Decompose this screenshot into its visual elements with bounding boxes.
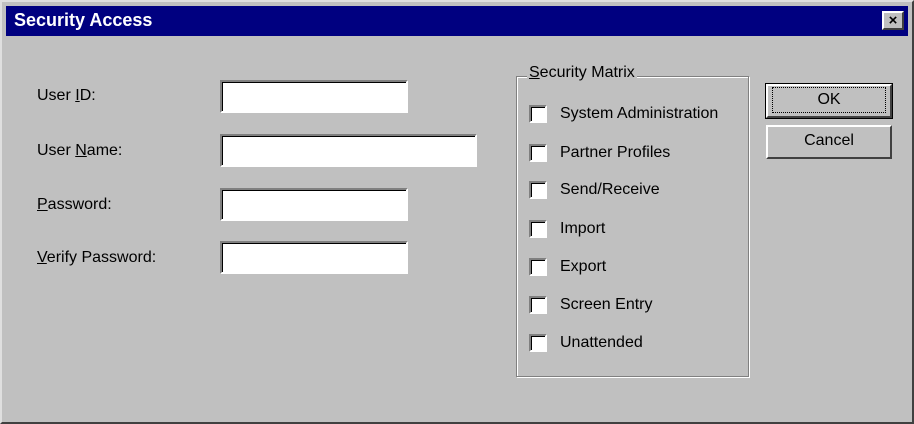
partner-profiles-label: Partner Profiles bbox=[560, 144, 671, 161]
verify-password-field[interactable] bbox=[220, 241, 408, 274]
window-title: Security Access bbox=[14, 10, 153, 30]
screen-entry-label: Screen Entry bbox=[560, 296, 653, 313]
user-name-field[interactable] bbox=[220, 134, 477, 167]
close-button[interactable]: × bbox=[882, 11, 904, 30]
user-id-field[interactable] bbox=[220, 80, 408, 113]
user-id-label: User ID: bbox=[37, 87, 96, 104]
cancel-button-label: Cancel bbox=[804, 132, 854, 149]
cancel-button[interactable]: Cancel bbox=[766, 125, 892, 159]
ok-button-label: OK bbox=[772, 87, 886, 113]
unattended-checkbox[interactable] bbox=[529, 334, 547, 352]
partner-profiles-checkbox[interactable] bbox=[529, 144, 547, 162]
verify-password-label: Verify Password: bbox=[37, 249, 157, 266]
security-access-dialog: Security Access × bbox=[0, 0, 914, 424]
password-field[interactable] bbox=[220, 188, 408, 221]
export-label: Export bbox=[560, 258, 607, 275]
user-name-label: User Name: bbox=[37, 142, 123, 159]
password-label: Password: bbox=[37, 196, 112, 213]
title-bar[interactable]: Security Access × bbox=[6, 6, 908, 36]
import-label: Import bbox=[560, 220, 606, 237]
screen-entry-checkbox[interactable] bbox=[529, 296, 547, 314]
export-checkbox[interactable] bbox=[529, 258, 547, 276]
import-checkbox[interactable] bbox=[529, 220, 547, 238]
send-receive-label: Send/Receive bbox=[560, 181, 660, 198]
ok-button[interactable]: OK bbox=[765, 83, 893, 119]
send-receive-checkbox[interactable] bbox=[529, 181, 547, 199]
system-administration-checkbox[interactable] bbox=[529, 105, 547, 123]
unattended-label: Unattended bbox=[560, 334, 643, 351]
system-administration-label: System Administration bbox=[560, 105, 719, 122]
close-icon: × bbox=[888, 12, 898, 29]
security-matrix-title: Security Matrix bbox=[527, 64, 637, 82]
